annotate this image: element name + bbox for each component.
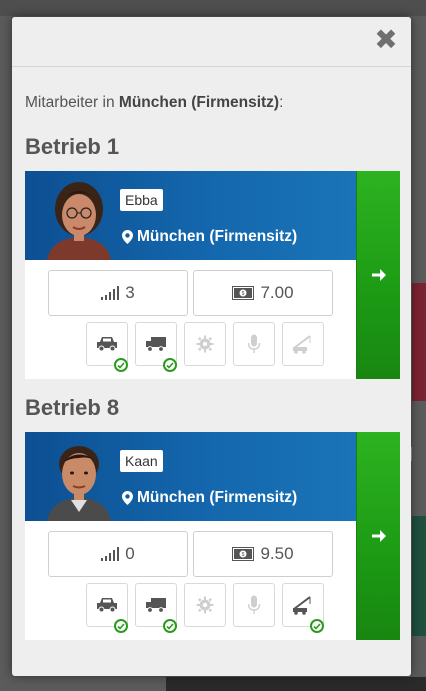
skill-crane[interactable] xyxy=(282,322,324,366)
car-icon xyxy=(97,598,117,613)
intro-prefix: Mitarbeiter in xyxy=(25,94,119,111)
background-panel-green xyxy=(412,516,426,636)
signal-icon xyxy=(101,547,120,561)
intro-suffix: : xyxy=(279,94,284,111)
select-employee-button[interactable] xyxy=(356,171,400,379)
skill-list xyxy=(86,583,324,633)
check-icon xyxy=(114,619,128,633)
group-title: Betrieb 8 xyxy=(25,395,120,420)
select-employee-button[interactable] xyxy=(356,432,400,640)
intro-location: München (Firmensitz) xyxy=(118,94,280,111)
employee-card: Ebba München (Firmensitz) 3 $ 7.00 xyxy=(25,171,400,379)
employee-avatar xyxy=(47,182,111,260)
employee-location-text: München (Firmensitz) xyxy=(137,228,298,245)
salary-value: 9.50 xyxy=(260,544,294,563)
skill-gear[interactable] xyxy=(184,583,226,627)
modal-header: ✖ xyxy=(12,17,411,67)
check-icon xyxy=(163,619,177,633)
check-icon xyxy=(163,358,177,372)
background-panel-red xyxy=(412,283,426,401)
salary-value: 7.00 xyxy=(260,283,294,302)
skill-truck[interactable] xyxy=(135,583,177,633)
employee-location: München (Firmensitz) xyxy=(122,228,297,246)
map-marker-icon xyxy=(122,491,133,505)
map-marker-icon xyxy=(122,230,133,244)
salary-stat: $ 9.50 xyxy=(193,531,333,577)
employee-name: Kaan xyxy=(120,450,163,472)
check-icon xyxy=(114,358,128,372)
employee-location: München (Firmensitz) xyxy=(122,489,297,507)
truck-icon xyxy=(146,337,166,352)
employee-location-text: München (Firmensitz) xyxy=(137,489,298,506)
employee-modal: ✖ Mitarbeiter in München (Firmensitz): B… xyxy=(12,17,411,676)
car-icon xyxy=(97,337,117,352)
arrow-right-icon xyxy=(371,530,386,542)
background-app xyxy=(0,0,426,16)
skill-crane[interactable] xyxy=(282,583,324,633)
crane-icon xyxy=(293,596,311,615)
check-icon xyxy=(310,619,324,633)
skill-car[interactable] xyxy=(86,583,128,633)
skill-car[interactable] xyxy=(86,322,128,372)
skill-microphone[interactable] xyxy=(233,583,275,627)
svg-text:$: $ xyxy=(242,552,245,558)
employee-card-body: 0 $ 9.50 xyxy=(25,521,356,640)
level-value: 3 xyxy=(125,283,135,302)
skill-truck[interactable] xyxy=(135,322,177,372)
skill-list xyxy=(86,322,324,372)
skill-microphone[interactable] xyxy=(233,322,275,366)
salary-stat: $ 7.00 xyxy=(193,270,333,316)
signal-icon xyxy=(101,286,120,300)
level-stat: 3 xyxy=(48,270,188,316)
employee-card-body: 3 $ 7.00 xyxy=(25,260,356,379)
truck-icon xyxy=(146,598,166,613)
money-icon: $ xyxy=(232,547,255,561)
employee-card-header: Ebba München (Firmensitz) xyxy=(25,171,356,260)
gear-icon xyxy=(196,335,214,353)
skill-gear[interactable] xyxy=(184,322,226,366)
microphone-icon xyxy=(247,595,261,614)
level-value: 0 xyxy=(125,544,135,563)
level-stat: 0 xyxy=(48,531,188,577)
background-divider xyxy=(411,447,420,461)
employee-avatar xyxy=(47,446,111,521)
modal-body: Mitarbeiter in München (Firmensitz): Bet… xyxy=(12,94,411,640)
svg-text:$: $ xyxy=(242,291,245,297)
group-title: Betrieb 1 xyxy=(25,134,120,159)
gear-icon xyxy=(196,596,214,614)
employee-card-header: Kaan München (Firmensitz) xyxy=(25,432,356,521)
arrow-right-icon xyxy=(371,269,386,281)
microphone-icon xyxy=(247,334,261,353)
crane-icon xyxy=(293,335,311,354)
money-icon: $ xyxy=(232,286,255,300)
employee-name: Ebba xyxy=(120,189,163,211)
intro-text: Mitarbeiter in München (Firmensitz): xyxy=(25,94,398,112)
background-footer xyxy=(166,677,426,691)
close-icon[interactable]: ✖ xyxy=(374,26,398,54)
employee-card: Kaan München (Firmensitz) 0 $ 9.50 xyxy=(25,432,400,640)
